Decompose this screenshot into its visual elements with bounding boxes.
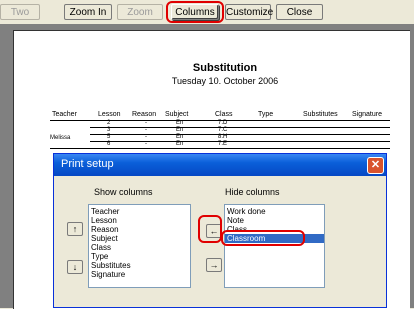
- list-item[interactable]: Subject: [89, 234, 190, 243]
- show-columns-label: Show columns: [94, 187, 153, 197]
- list-item[interactable]: Signature: [89, 270, 190, 279]
- reason-cell: -: [145, 120, 147, 126]
- row-rule: [90, 127, 390, 128]
- column-header-substitutes: Substitutes: [303, 111, 338, 118]
- lesson-cell: 3: [107, 127, 111, 133]
- lesson-cell: 5: [107, 134, 111, 140]
- left-arrow-icon[interactable]: ←: [206, 224, 222, 238]
- dialog-titlebar: Print setup ✕: [54, 154, 386, 176]
- up-arrow-icon[interactable]: ↑: [67, 222, 83, 236]
- down-arrow-icon[interactable]: ↓: [67, 260, 83, 274]
- list-item[interactable]: Note: [225, 216, 324, 225]
- subject-cell: En: [176, 141, 184, 147]
- zoom-in-button[interactable]: Zoom In: [64, 4, 112, 20]
- lesson-cell: 6: [107, 141, 111, 147]
- list-item[interactable]: Substitutes: [89, 261, 190, 270]
- columns-button[interactable]: Columns: [171, 4, 219, 20]
- class-cell: 7.C: [218, 127, 228, 133]
- reason-cell: -: [145, 127, 147, 133]
- hide-columns-list[interactable]: Work done Note Class Classroom: [224, 204, 325, 288]
- list-item[interactable]: Type: [89, 252, 190, 261]
- list-item[interactable]: Work done: [225, 207, 324, 216]
- list-item[interactable]: Reason: [89, 225, 190, 234]
- two-pages-button[interactable]: Two pages: [0, 4, 40, 34]
- hide-columns-label: Hide columns: [225, 187, 280, 197]
- reason-cell: -: [145, 134, 147, 140]
- lesson-cell: 2: [107, 120, 111, 126]
- dialog-title: Print setup: [61, 158, 114, 170]
- column-header-signature: Signature: [352, 111, 382, 118]
- row-rule: [50, 148, 390, 149]
- class-cell: 8.H: [218, 134, 228, 140]
- column-header-type: Type: [258, 111, 274, 118]
- report-date: Tuesday 10. October 2006: [171, 76, 279, 86]
- right-arrow-icon[interactable]: →: [206, 258, 222, 272]
- list-item[interactable]: Class: [225, 225, 324, 234]
- close-icon[interactable]: ✕: [367, 157, 384, 174]
- print-setup-dialog: Print setup ✕ Show columns Hide columns …: [53, 153, 387, 308]
- zoom-out-button[interactable]: Zoom Out: [117, 4, 163, 34]
- close-button[interactable]: Close: [276, 4, 323, 20]
- class-cell: 7.E: [218, 141, 228, 147]
- report-title: Substitution: [192, 62, 258, 74]
- row-rule: [90, 141, 390, 142]
- column-header-subject: Subject: [165, 111, 189, 118]
- teacher-cell: Melissa: [50, 135, 71, 141]
- column-header-teacher: Teacher: [52, 111, 77, 118]
- column-header-reason: Reason: [132, 111, 157, 118]
- customize-button[interactable]: Customize: [225, 4, 273, 20]
- list-item[interactable]: Class: [89, 243, 190, 252]
- show-columns-list[interactable]: Teacher Lesson Reason Subject Class Type…: [88, 204, 191, 288]
- reason-cell: -: [145, 141, 147, 147]
- subject-cell: En: [176, 120, 184, 126]
- row-rule: [90, 134, 390, 135]
- column-header-class: Class: [215, 111, 233, 118]
- list-item[interactable]: Lesson: [89, 216, 190, 225]
- subject-cell: En: [176, 127, 184, 133]
- list-item[interactable]: Teacher: [89, 207, 190, 216]
- subject-cell: En: [176, 134, 184, 140]
- class-cell: 7.D: [218, 120, 228, 126]
- column-header-lesson: Lesson: [98, 111, 121, 118]
- toolbar: Two pages Zoom In Zoom Out Columns Custo…: [0, 0, 414, 34]
- list-item-selected[interactable]: Classroom: [225, 234, 324, 243]
